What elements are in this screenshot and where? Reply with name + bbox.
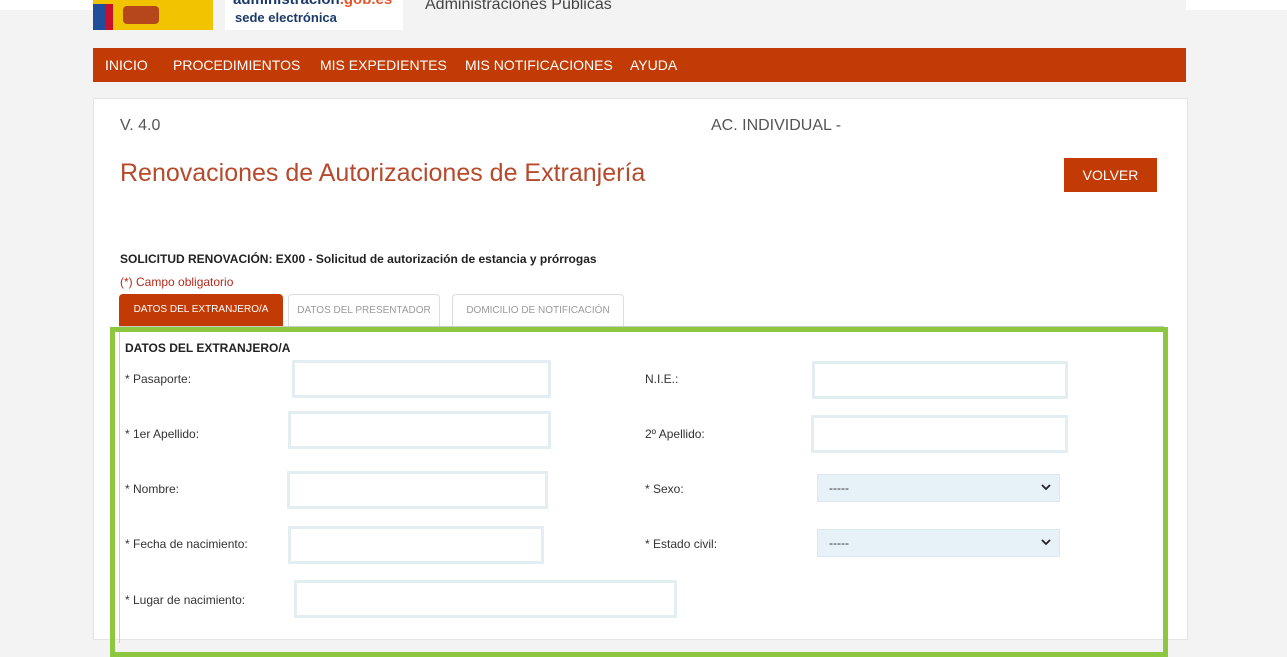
sede-logo-top: administración.gob.es (233, 0, 392, 8)
main-navbar: INICIO PROCEDIMIENTOS MIS EXPEDIENTES MI… (93, 48, 1186, 82)
highlight-frame (110, 327, 1168, 657)
government-logo[interactable] (93, 0, 213, 30)
solicitud-line: SOLICITUD RENOVACIÓN: EX00 - Solicitud d… (120, 252, 597, 266)
page-title: Renovaciones de Autorizaciones de Extran… (120, 159, 646, 187)
spain-flag-icon (105, 4, 113, 30)
coat-of-arms-icon (123, 6, 159, 24)
tab-domicilio-notificacion[interactable]: DOMICILIO DE NOTIFICACIÓN (452, 294, 624, 326)
sede-electronica-logo[interactable]: administración.gob.es sede electrónica (225, 0, 403, 30)
nav-ayuda[interactable]: AYUDA (630, 57, 677, 73)
nav-mis-expedientes[interactable]: MIS EXPEDIENTES (320, 57, 447, 73)
tab-datos-presentador[interactable]: DATOS DEL PRESENTADOR (288, 294, 440, 326)
version-label: V. 4.0 (120, 117, 161, 134)
tab-datos-extranjero[interactable]: DATOS DEL EXTRANJERO/A (119, 294, 283, 326)
nav-inicio[interactable]: INICIO (105, 57, 148, 73)
required-note: (*) Campo obligatorio (120, 275, 234, 289)
site-header: administración.gob.es sede electrónica A… (93, 0, 1186, 48)
nav-procedimientos[interactable]: PROCEDIMIENTOS (173, 57, 300, 73)
solicitud-value: EX00 - Solicitud de autorización de esta… (275, 252, 597, 266)
header-title: Administraciones Públicas (425, 0, 612, 13)
sede-logo-bottom: sede electrónica (235, 10, 337, 25)
nav-mis-notificaciones[interactable]: MIS NOTIFICACIONES (465, 57, 613, 73)
solicitud-label: SOLICITUD RENOVACIÓN: (120, 252, 273, 266)
eu-flag-icon (93, 4, 105, 30)
ac-label: AC. INDIVIDUAL - (711, 117, 842, 134)
volver-button[interactable]: VOLVER (1064, 158, 1157, 192)
